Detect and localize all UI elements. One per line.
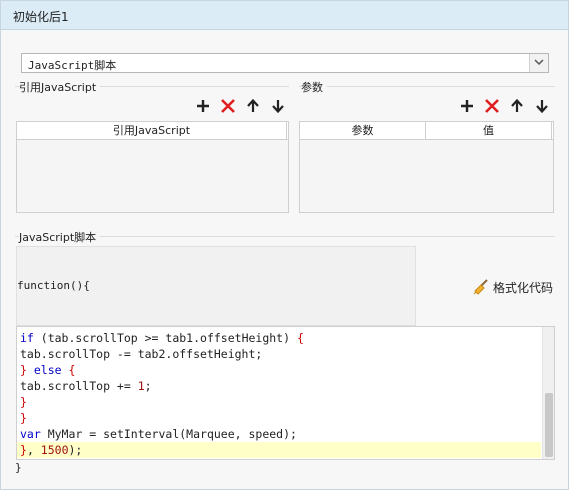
delete-icon[interactable] [220,98,236,114]
broom-icon [473,279,488,295]
code-token: MyMar = setInterval(Marquee, speed); [40,427,297,441]
add-icon[interactable] [195,98,211,114]
move-down-icon[interactable] [270,98,286,114]
column-value[interactable]: 值 [426,122,552,139]
column-ref-js[interactable]: 引用JavaScript [17,122,287,139]
code-token: 1500 [40,443,69,457]
code-line[interactable]: if (tab.scrollTop >= tab1.offsetHeight) … [20,330,304,346]
code-editor[interactable]: if (tab.scrollTop >= tab1.offsetHeight) … [16,326,555,460]
code-token: } [20,363,27,377]
code-token: ; [144,379,152,393]
ref-js-table-header: 引用JavaScript [17,122,288,140]
code-line[interactable]: } else { [20,362,75,378]
delete-icon[interactable] [484,98,500,114]
format-code-button[interactable]: 格式化代码 [472,278,553,296]
ref-js-table[interactable]: 引用JavaScript [16,121,289,213]
panel-title: 初始化后1 [13,10,69,24]
code-token: { [296,331,304,345]
code-token: } [20,395,27,409]
panel-titlebar: 初始化后1 [1,1,568,30]
script-group-label: JavaScript脚本 [19,229,101,245]
code-line[interactable]: tab.scrollTop -= tab2.offsetHeight; [20,346,262,362]
code-token: ); [68,443,83,457]
params-group-label: 参数 [301,79,327,95]
code-line[interactable]: } [20,410,27,426]
code-token: tab.scrollTop -= tab2.offsetHeight; [20,347,263,361]
editor-scrollbar[interactable] [542,327,554,459]
move-up-icon[interactable] [509,98,525,114]
column-param[interactable]: 参数 [300,122,426,139]
code-token: 1 [137,379,145,393]
function-open: function(){ [17,279,90,292]
code-line[interactable]: var MyMar = setInterval(Marquee, speed); [20,426,297,442]
function-close: } [15,461,22,474]
script-type-select[interactable]: JavaScript脚本 [21,53,549,73]
editor-scrollbar-thumb[interactable] [545,393,553,457]
current-line-highlight [17,442,541,458]
code-token: else [33,363,62,377]
add-icon[interactable] [459,98,475,114]
code-token: if [20,331,34,345]
code-token: , [26,443,41,457]
code-token: } [20,411,27,425]
params-table-header: 参数 值 [300,122,553,140]
script-type-value: JavaScript脚本 [28,59,117,72]
code-token: (tab.scrollTop >= tab1.offsetHeight) [33,331,297,345]
params-table[interactable]: 参数 值 [299,121,554,213]
move-up-icon[interactable] [245,98,261,114]
code-token: tab.scrollTop += [20,379,138,393]
code-line[interactable]: }, 1500); [20,442,82,458]
ref-js-group-label: 引用JavaScript [19,79,101,95]
params-group-line [299,86,555,87]
code-token: } [20,443,27,457]
init-script-panel: 初始化后1 JavaScript脚本 引用JavaScript 引用JavaSc… [0,0,569,490]
move-down-icon[interactable] [534,98,550,114]
code-token: { [68,363,76,377]
code-line[interactable]: tab.scrollTop += 1; [20,378,152,394]
code-line[interactable]: } [20,394,27,410]
code-token: var [20,427,41,441]
chevron-down-icon[interactable] [529,54,548,72]
format-code-label: 格式化代码 [493,280,554,295]
